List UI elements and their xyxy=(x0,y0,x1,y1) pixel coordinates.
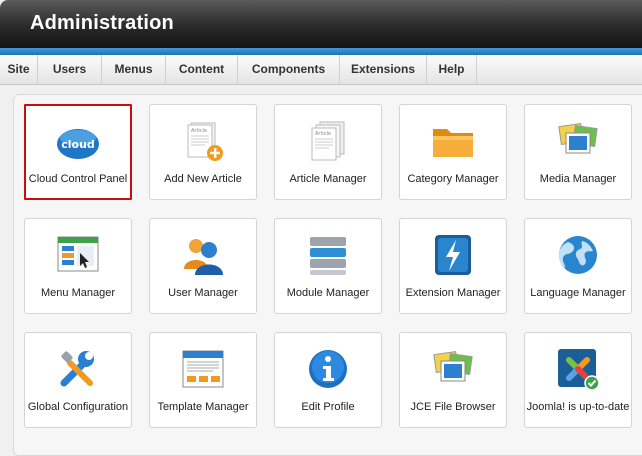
menu-content[interactable]: Content xyxy=(166,55,238,84)
tile-module-manager[interactable]: Module Manager xyxy=(274,218,382,314)
tile-user-manager[interactable]: User Manager xyxy=(149,218,257,314)
tile-label: User Manager xyxy=(168,287,238,299)
tile-label: Template Manager xyxy=(157,401,249,413)
tile-extension-manager[interactable]: Extension Manager xyxy=(399,218,507,314)
article-manager-icon: Article xyxy=(304,119,352,163)
tile-global-configuration[interactable]: Global Configuration xyxy=(24,332,132,428)
media-icon xyxy=(554,119,602,163)
tile-label: Article Manager xyxy=(289,173,367,185)
tile-jce-file-browser[interactable]: JCE File Browser xyxy=(399,332,507,428)
tile-label: Language Manager xyxy=(530,287,626,299)
menu-extensions[interactable]: Extensions xyxy=(340,55,427,84)
template-icon xyxy=(179,347,227,391)
tile-cloud-control-panel[interactable]: cloud Cloud Control Panel xyxy=(24,104,132,200)
info-icon xyxy=(304,347,352,391)
doc-text: Article xyxy=(191,128,207,134)
page-title: Administration xyxy=(30,12,174,34)
tile-label: Extension Manager xyxy=(405,287,501,299)
tile-edit-profile[interactable]: Edit Profile xyxy=(274,332,382,428)
tile-media-manager[interactable]: Media Manager xyxy=(524,104,632,200)
tile-label: JCE File Browser xyxy=(410,401,496,413)
main-menu: Site Users Menus Content Components Exte… xyxy=(0,55,642,85)
tile-add-new-article[interactable]: Article Add New Article xyxy=(149,104,257,200)
tile-label: Global Configuration xyxy=(27,401,129,413)
menu-help[interactable]: Help xyxy=(427,55,477,84)
cloud-icon: cloud xyxy=(54,120,102,164)
tile-label: Edit Profile xyxy=(301,401,355,413)
tile-joomla-update[interactable]: Joomla! is up-to-date xyxy=(524,332,632,428)
tile-label: Menu Manager xyxy=(41,287,115,299)
tile-category-manager[interactable]: Category Manager xyxy=(399,104,507,200)
module-icon xyxy=(304,233,352,277)
tile-label: Cloud Control Panel xyxy=(28,173,128,185)
tile-label: Media Manager xyxy=(539,173,617,185)
file-browser-icon xyxy=(429,347,477,391)
tile-label: Add New Article xyxy=(164,173,242,185)
tile-label: Category Manager xyxy=(407,173,499,185)
tools-icon xyxy=(54,347,102,391)
menu-manager-icon xyxy=(54,233,102,277)
tile-menu-manager[interactable]: Menu Manager xyxy=(24,218,132,314)
joomla-update-icon xyxy=(554,347,602,391)
tile-label: Joomla! is up-to-date xyxy=(526,401,630,413)
tile-template-manager[interactable]: Template Manager xyxy=(149,332,257,428)
doc-text: Article xyxy=(315,131,331,137)
admin-header: Administration xyxy=(0,0,642,48)
folder-icon xyxy=(429,119,477,163)
menu-components[interactable]: Components xyxy=(238,55,340,84)
users-icon xyxy=(179,233,227,277)
tile-article-manager[interactable]: Article Article Manager xyxy=(274,104,382,200)
globe-icon xyxy=(554,233,602,277)
cloud-logo-text: cloud xyxy=(61,138,95,151)
menu-users[interactable]: Users xyxy=(38,55,102,84)
add-article-icon: Article xyxy=(179,119,227,163)
tile-label: Module Manager xyxy=(286,287,370,299)
tile-language-manager[interactable]: Language Manager xyxy=(524,218,632,314)
menu-site[interactable]: Site xyxy=(0,55,38,84)
menu-menus[interactable]: Menus xyxy=(102,55,166,84)
accent-bar xyxy=(0,48,642,55)
extension-icon xyxy=(429,233,477,277)
